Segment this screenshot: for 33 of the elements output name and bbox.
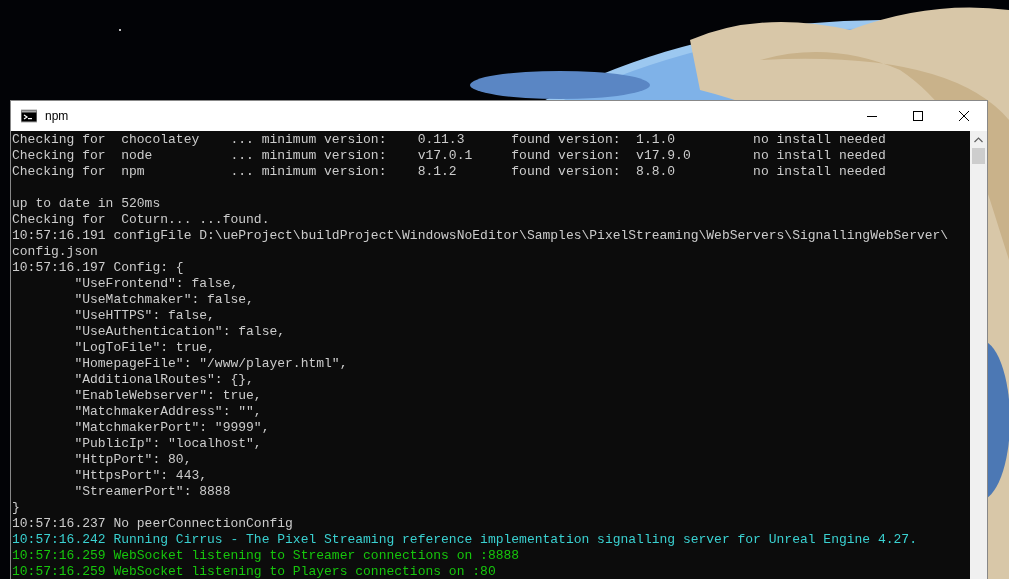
console-line: 10:57:16.191 configFile D:\ueProject\buildProject\WindowsNoEditor\Samples\PixelStreaming\WebServers\SignallingWebServer\ xyxy=(12,228,949,244)
console-line: "UseMatchmaker": false, xyxy=(73,292,254,308)
console-line: up to date in 520ms xyxy=(12,196,161,212)
console-line: } xyxy=(12,500,20,516)
console-line: "HttpPort": 80, xyxy=(73,452,192,468)
console-line: "HomepageFile": "/www/player.html", xyxy=(73,356,348,372)
console-line: 10:57:16.237 No peerConnectionConfig xyxy=(12,516,293,532)
window-title: npm xyxy=(45,109,70,123)
console-line: "UseFrontend": false, xyxy=(73,276,239,292)
console-line: Checking for npm ... minimum version: 8.1.2 found version: 8.8.0 no install needed xyxy=(12,164,886,180)
console-line: 10:57:16.259 WebSocket listening to Players connections on :80 xyxy=(12,564,496,579)
console-line: "UseHTTPS": false, xyxy=(73,308,215,324)
console-line: "MatchmakerAddress": "", xyxy=(73,404,262,420)
console-line: "StreamerPort": 8888 xyxy=(73,484,231,500)
console-line: "UseAuthentication": false, xyxy=(73,324,286,340)
terminal-icon xyxy=(21,108,37,124)
console-line: "AdditionalRoutes": {}, xyxy=(73,372,254,388)
console-line: config.json xyxy=(12,244,98,260)
close-icon xyxy=(959,111,969,121)
console-line: 10:57:16.259 WebSocket listening to Streamer connections on :8888 xyxy=(12,548,520,564)
console-line: Checking for Coturn... ...found. xyxy=(12,212,270,228)
console-line: 10:57:16.242 Running Cirrus - The Pixel Streaming reference implementation signalling server for Unreal Engine 4.27. xyxy=(12,532,917,548)
chevron-up-icon xyxy=(974,136,983,143)
console-line: Checking for chocolatey ... minimum version: 0.11.3 found version: 1.1.0 no install needed xyxy=(12,132,886,148)
scrollbar-thumb[interactable] xyxy=(972,148,985,164)
console-line: "EnableWebserver": true, xyxy=(73,388,262,404)
console-line: "MatchmakerPort": "9999", xyxy=(73,420,270,436)
console-line: "LogToFile": true, xyxy=(73,340,215,356)
console-line: "PublicIp": "localhost", xyxy=(73,436,262,452)
console-line: "HttpsPort": 443, xyxy=(73,468,208,484)
maximize-icon xyxy=(913,111,923,121)
console-line: Checking for node ... minimum version: v17.0.1 found version: v17.9.0 no install needed xyxy=(12,148,886,164)
console-line: 10:57:16.197 Config: { xyxy=(12,260,184,276)
